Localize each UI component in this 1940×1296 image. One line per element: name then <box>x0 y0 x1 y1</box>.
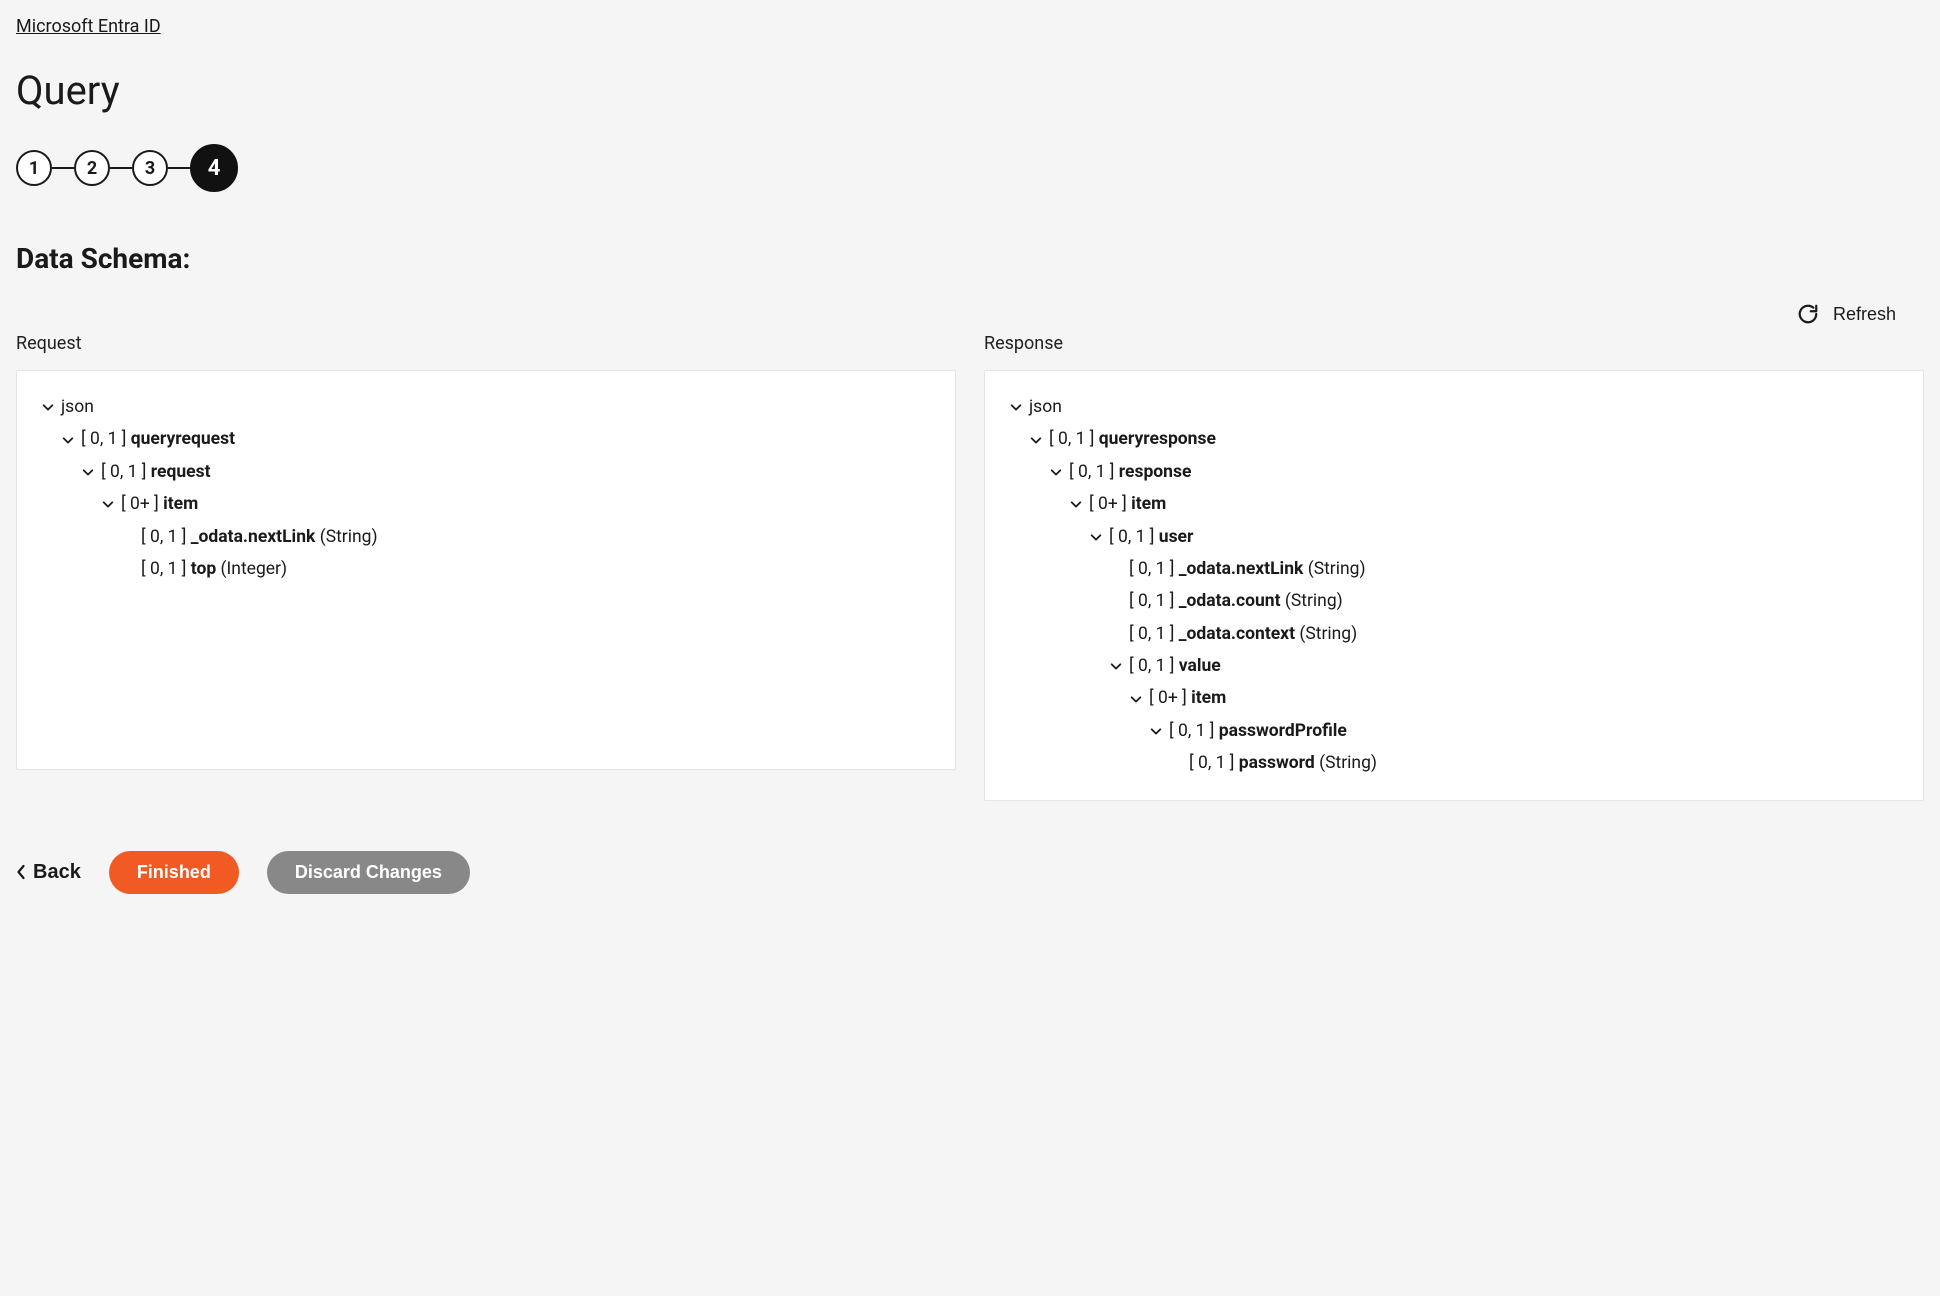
tree-node-label: [ 0, 1 ] top (Integer) <box>141 553 287 585</box>
tree-node-label: [ 0, 1 ] _odata.count (String) <box>1129 585 1343 617</box>
tree-row[interactable]: [ 0, 1 ] response <box>1007 456 1901 488</box>
chevron-down-icon[interactable] <box>1147 722 1165 740</box>
tree-node-label: [ 0, 1 ] queryrequest <box>81 423 235 455</box>
finished-button[interactable]: Finished <box>109 851 239 894</box>
step-4[interactable]: 4 <box>190 144 238 192</box>
step-2[interactable]: 2 <box>74 150 110 186</box>
schema-column-request: Request json [ 0, 1 ] queryrequest [ 0, … <box>16 333 956 801</box>
refresh-button[interactable]: Refresh <box>1797 303 1896 325</box>
chevron-left-icon <box>16 864 27 880</box>
chevron-down-icon[interactable] <box>1067 495 1085 513</box>
tree-row[interactable]: [ 0, 1 ] _odata.nextLink (String) <box>39 521 933 553</box>
schema-column-response: Response json [ 0, 1 ] queryresponse [ 0… <box>984 333 1924 801</box>
back-button[interactable]: Back <box>16 861 81 884</box>
tree-row[interactable]: [ 0, 1 ] _odata.count (String) <box>1007 585 1901 617</box>
chevron-down-icon[interactable] <box>1127 690 1145 708</box>
back-label: Back <box>33 861 81 884</box>
refresh-icon <box>1797 303 1819 325</box>
tree-row[interactable]: [ 0, 1 ] _odata.nextLink (String) <box>1007 553 1901 585</box>
response-header: Response <box>984 333 1924 354</box>
tree-row[interactable]: [ 0, 1 ] user <box>1007 521 1901 553</box>
tree-row[interactable]: [ 0, 1 ] password (String) <box>1007 747 1901 779</box>
step-connector <box>52 167 74 169</box>
tree-row[interactable]: json <box>1007 391 1901 423</box>
stepper: 1234 <box>16 144 1924 192</box>
tree-node-label: [ 0+ ] item <box>1089 488 1166 520</box>
tree-node-label: [ 0, 1 ] _odata.nextLink (String) <box>1129 553 1366 585</box>
tree-node-label: [ 0, 1 ] password (String) <box>1189 747 1377 779</box>
request-header: Request <box>16 333 956 354</box>
tree-node-label: [ 0, 1 ] user <box>1109 521 1193 553</box>
breadcrumb: Microsoft Entra ID <box>16 16 1924 37</box>
tree-node-label: [ 0, 1 ] _odata.nextLink (String) <box>141 521 378 553</box>
refresh-label: Refresh <box>1833 304 1896 325</box>
footer-actions: Back Finished Discard Changes <box>16 851 1924 894</box>
tree-node-label: json <box>1029 391 1062 423</box>
chevron-down-icon[interactable] <box>99 495 117 513</box>
chevron-down-icon[interactable] <box>1007 398 1025 416</box>
tree-node-label: json <box>61 391 94 423</box>
chevron-down-icon[interactable] <box>1087 528 1105 546</box>
tree-row[interactable]: [ 0, 1 ] passwordProfile <box>1007 715 1901 747</box>
request-panel: json [ 0, 1 ] queryrequest [ 0, 1 ] requ… <box>16 370 956 770</box>
tree-row[interactable]: json <box>39 391 933 423</box>
tree-row[interactable]: [ 0+ ] item <box>39 488 933 520</box>
page-title: Query <box>16 67 1924 114</box>
tree-row[interactable]: [ 0+ ] item <box>1007 682 1901 714</box>
schema-grid: Request json [ 0, 1 ] queryrequest [ 0, … <box>16 333 1924 801</box>
step-3[interactable]: 3 <box>132 150 168 186</box>
chevron-down-icon[interactable] <box>1047 463 1065 481</box>
tree-row[interactable]: [ 0+ ] item <box>1007 488 1901 520</box>
tree-row[interactable]: [ 0, 1 ] value <box>1007 650 1901 682</box>
step-1[interactable]: 1 <box>16 150 52 186</box>
section-title: Data Schema: <box>16 242 1924 275</box>
chevron-down-icon[interactable] <box>79 463 97 481</box>
step-connector <box>168 167 190 169</box>
tree-node-label: [ 0, 1 ] request <box>101 456 211 488</box>
breadcrumb-link[interactable]: Microsoft Entra ID <box>16 16 161 37</box>
tree-node-label: [ 0+ ] item <box>1149 682 1226 714</box>
tree-node-label: [ 0+ ] item <box>121 488 198 520</box>
tree-row[interactable]: [ 0, 1 ] top (Integer) <box>39 553 933 585</box>
tree-node-label: [ 0, 1 ] response <box>1069 456 1191 488</box>
discard-changes-button[interactable]: Discard Changes <box>267 851 470 894</box>
tree-row[interactable]: [ 0, 1 ] queryrequest <box>39 423 933 455</box>
tree-row[interactable]: [ 0, 1 ] queryresponse <box>1007 423 1901 455</box>
tree-node-label: [ 0, 1 ] value <box>1129 650 1221 682</box>
tree-row[interactable]: [ 0, 1 ] _odata.context (String) <box>1007 618 1901 650</box>
chevron-down-icon[interactable] <box>39 398 57 416</box>
tree-node-label: [ 0, 1 ] _odata.context (String) <box>1129 618 1357 650</box>
tree-node-label: [ 0, 1 ] queryresponse <box>1049 423 1216 455</box>
tree-node-label: [ 0, 1 ] passwordProfile <box>1169 715 1347 747</box>
chevron-down-icon[interactable] <box>1107 657 1125 675</box>
chevron-down-icon[interactable] <box>1027 431 1045 449</box>
response-panel: json [ 0, 1 ] queryresponse [ 0, 1 ] res… <box>984 370 1924 801</box>
toolbar: Refresh <box>16 303 1924 325</box>
chevron-down-icon[interactable] <box>59 431 77 449</box>
step-connector <box>110 167 132 169</box>
tree-row[interactable]: [ 0, 1 ] request <box>39 456 933 488</box>
